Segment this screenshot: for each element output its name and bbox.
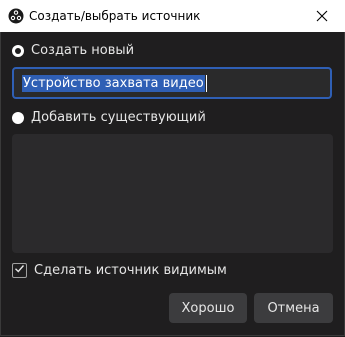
make-visible-checkbox[interactable] (12, 263, 27, 278)
text-caret (205, 74, 207, 92)
close-button[interactable] (299, 0, 345, 32)
source-name-input[interactable]: Устройство захвата видео (12, 67, 332, 99)
checkmark-icon (14, 263, 25, 278)
create-new-radio-option[interactable]: Создать новый (12, 43, 134, 58)
close-icon (316, 7, 328, 26)
title-bar: Создать/выбрать источник (0, 0, 345, 32)
create-new-radio[interactable] (12, 44, 24, 57)
existing-sources-list[interactable] (12, 134, 333, 253)
add-existing-radio-option[interactable]: Добавить существующий (12, 110, 206, 125)
add-existing-label: Добавить существующий (31, 110, 206, 125)
add-existing-radio[interactable] (12, 111, 24, 124)
ok-button[interactable]: Хорошо (169, 293, 247, 323)
cancel-button[interactable]: Отмена (254, 293, 333, 323)
window-title: Создать/выбрать источник (29, 9, 201, 23)
obs-logo-icon (8, 8, 24, 24)
create-new-label: Создать новый (31, 43, 135, 58)
make-visible-option[interactable]: Сделать источник видимым (12, 263, 227, 278)
source-name-value: Устройство захвата видео (22, 74, 205, 92)
make-visible-label: Сделать источник видимым (34, 263, 227, 278)
